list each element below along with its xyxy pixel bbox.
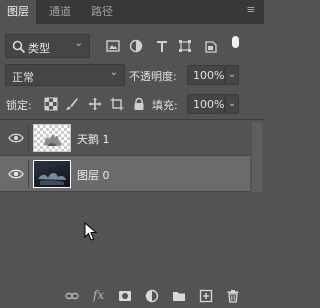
opacity-input[interactable]: 100% xyxy=(187,65,225,85)
lock-row: 锁定: 填充: 100% ⌄ xyxy=(0,93,264,115)
mask-icon[interactable] xyxy=(118,289,132,303)
panel-tab-bar: 图层 通道 路径 ≡ xyxy=(0,0,264,24)
menu-icon[interactable]: ≡ xyxy=(244,4,258,16)
chevron-down-icon: ⌄ xyxy=(74,38,83,49)
shape-filter-icon[interactable] xyxy=(178,39,192,53)
opacity-dropdown-button[interactable]: ⌄ xyxy=(225,65,239,85)
swan-thumbnail-image xyxy=(44,134,62,146)
eye-icon[interactable] xyxy=(8,132,24,144)
filter-kind-label: 类型 xyxy=(28,42,50,55)
fill-value: 100% xyxy=(193,98,225,111)
new-layer-icon[interactable] xyxy=(199,289,213,303)
trash-icon[interactable] xyxy=(226,289,240,303)
tab-paths[interactable]: 路径 xyxy=(84,0,120,24)
tab-layers[interactable]: 图层 xyxy=(0,0,36,24)
scrollbar-thumb[interactable] xyxy=(252,122,262,192)
mouse-cursor-icon xyxy=(84,222,98,241)
layer-row-layer0[interactable]: 图层 0 xyxy=(0,156,250,192)
chevron-down-icon: ⌄ xyxy=(109,67,118,78)
filter-row: 类型 ⌄ xyxy=(0,32,264,60)
lock-all-icon[interactable] xyxy=(132,97,146,111)
opacity-label: 不透明度: xyxy=(129,70,177,83)
divider xyxy=(28,124,29,152)
filter-kind-select[interactable]: 类型 ⌄ xyxy=(5,34,90,58)
fill-input[interactable]: 100% xyxy=(187,94,225,114)
eye-icon[interactable] xyxy=(8,168,24,180)
smart-object-filter-icon[interactable] xyxy=(204,39,218,53)
group-folder-icon[interactable] xyxy=(172,289,186,303)
lock-pixels-icon[interactable] xyxy=(65,97,79,111)
lock-artboard-icon[interactable] xyxy=(110,97,124,111)
tab-channels[interactable]: 通道 xyxy=(42,0,78,24)
photo-thumbnail-image xyxy=(38,172,66,185)
layer-thumbnail[interactable] xyxy=(33,160,71,188)
filter-toggle-switch[interactable] xyxy=(232,36,239,48)
lock-transparent-icon[interactable] xyxy=(44,97,58,111)
fx-icon[interactable]: fx xyxy=(93,288,104,302)
adjustment-layer-icon[interactable] xyxy=(145,289,159,303)
fill-label: 填充: xyxy=(152,99,178,112)
lock-label: 锁定: xyxy=(6,99,32,112)
link-icon[interactable] xyxy=(65,289,79,303)
layer-name: 天鹅 1 xyxy=(77,133,110,146)
fill-dropdown-button[interactable]: ⌄ xyxy=(225,94,239,114)
blend-mode-value: 正常 xyxy=(12,71,34,84)
layer-row-swan[interactable]: 天鹅 1 xyxy=(0,120,250,156)
layer-thumbnail[interactable] xyxy=(33,124,71,152)
blend-row: 正常 ⌄ 不透明度: 100% ⌄ xyxy=(0,64,264,88)
image-filter-icon[interactable] xyxy=(106,39,120,53)
divider xyxy=(28,160,29,188)
layers-list: 天鹅 1 图层 0 xyxy=(0,120,264,260)
opacity-value: 100% xyxy=(193,69,225,82)
search-icon xyxy=(12,40,26,54)
adjustment-filter-icon[interactable] xyxy=(129,39,143,53)
blend-mode-select[interactable]: 正常 ⌄ xyxy=(5,64,125,86)
lock-position-icon[interactable] xyxy=(88,97,102,111)
layers-bottom-toolbar: fx xyxy=(0,284,264,308)
layer-name: 图层 0 xyxy=(77,169,110,182)
type-filter-icon[interactable] xyxy=(155,39,169,53)
